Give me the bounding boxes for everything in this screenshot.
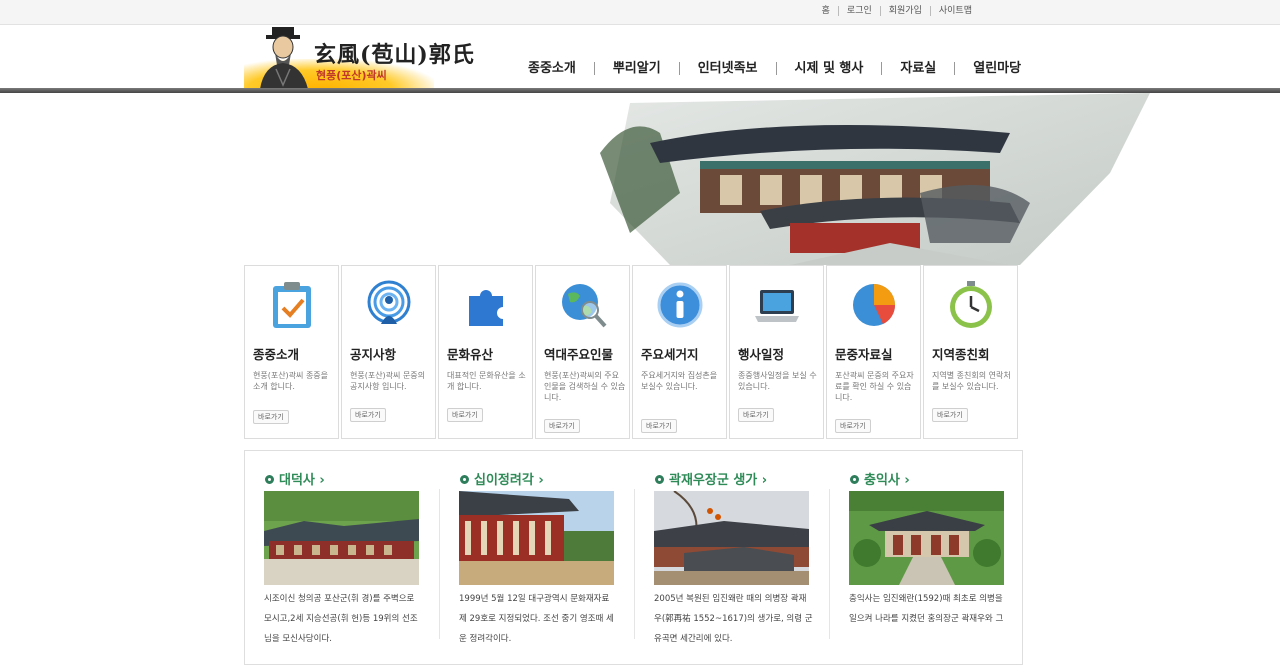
quick-box-desc: 현풍(포산)곽씨의 주요인물을 검색하실 수 있습니다.	[544, 371, 626, 402]
quick-box-desc: 주요세거지와 집성촌을 보실수 있습니다.	[641, 371, 718, 391]
hero-shrine-image	[600, 93, 1150, 265]
quick-box-desc: 지역별 종친회의 연락처를 보실수 있습니다.	[932, 371, 1011, 391]
logo-hanja: 玄風(苞山)郭氏	[314, 42, 475, 68]
quick-box-title: 공지사항	[350, 347, 397, 362]
heritage-features: 대덕사 › 시조이신 청의공 포산군(휘 경)를 주벽으로 모시고,2세 지승선…	[244, 450, 1023, 665]
daedeoksa-photo	[264, 491, 419, 585]
nav-open-forum[interactable]: 열린마당	[955, 62, 1039, 75]
feature-sibi-jeongnyeogak[interactable]: 십이정려각 › 1999년 5월 12일 대구광역시 문화재자료 제 29호로 …	[440, 451, 635, 666]
broadcast-icon	[367, 280, 411, 324]
logo-korean: 현풍(포산)곽씨	[316, 69, 387, 82]
chungiksa-photo	[849, 491, 1004, 585]
quick-box-title: 문중자료실	[835, 347, 893, 362]
nav-genealogy[interactable]: 인터넷족보	[680, 62, 777, 75]
clipboard-check-icon	[273, 282, 311, 328]
quick-box-archive[interactable]: 문중자료실 포산곽씨 문중의 주요자료를 확인 하실 수 있습니다. 바로가기	[826, 265, 921, 439]
shortcut-button[interactable]: 바로가기	[641, 419, 677, 433]
shortcut-button[interactable]: 바로가기	[350, 408, 386, 422]
shortcut-button[interactable]: 바로가기	[447, 408, 483, 422]
feature-title-text: 대덕사	[279, 473, 315, 488]
feature-daedeoksa[interactable]: 대덕사 › 시조이신 청의공 포산군(휘 경)를 주벽으로 모시고,2세 지승선…	[245, 451, 440, 666]
bullet-icon	[850, 475, 859, 484]
quick-box-title: 지역종친회	[932, 347, 990, 362]
util-join-link[interactable]: 회원가입	[881, 6, 931, 16]
globe-search-icon	[562, 284, 607, 328]
nav-roots[interactable]: 뿌리알기	[595, 62, 680, 75]
feature-title[interactable]: 대덕사 ›	[265, 469, 325, 488]
feature-title-text: 곽재우장군 생가	[669, 473, 758, 488]
feature-title-text: 충익사	[864, 473, 900, 488]
main-nav: 종중소개 뿌리알기 인터넷족보 시제 및 행사 자료실 열린마당	[510, 62, 1039, 75]
quick-box-desc: 종중행사일정을 보실 수 있습니다.	[738, 371, 817, 391]
quick-box-heritage[interactable]: 문화유산 대표적인 문화유산을 소개 합니다. 바로가기	[438, 265, 533, 439]
shortcut-button[interactable]: 바로가기	[544, 419, 580, 433]
laptop-icon	[755, 290, 799, 322]
feature-desc: 2005년 복원된 임진왜란 때의 의병장 곽재우(郭再祐 1552~1617)…	[654, 594, 813, 644]
quick-box-desc: 대표적인 문화유산을 소개 합니다.	[447, 371, 526, 391]
pie-chart-icon	[853, 284, 895, 326]
quick-box-title: 행사일정	[738, 347, 785, 362]
clock-icon	[950, 281, 992, 328]
quick-box-title: 역대주요인물	[544, 347, 614, 362]
util-login-link[interactable]: 로그인	[839, 6, 881, 16]
feature-desc: 시조이신 청의공 포산군(휘 경)를 주벽으로 모시고,2세 지승선공(휘 헌)…	[264, 594, 418, 644]
feature-gwak-jaewoo-birthplace[interactable]: 곽재우장군 생가 › 2005년 복원된 임진왜란 때의 의병장 곽재우(郭再祐…	[635, 451, 830, 666]
quick-box-title: 종중소개	[253, 347, 300, 362]
quick-box-settlements[interactable]: 주요세거지 주요세거지와 집성촌을 보실수 있습니다. 바로가기	[632, 265, 727, 439]
quick-box-title: 주요세거지	[641, 347, 699, 362]
quick-box-figures[interactable]: 역대주요인물 현풍(포산)곽씨의 주요인물을 검색하실 수 있습니다. 바로가기	[535, 265, 630, 439]
util-sitemap-link[interactable]: 사이트맵	[931, 6, 980, 16]
feature-desc: 충익사는 임진왜란(1592)때 최초로 의병을 일으켜 나라를 지켰던 홍의장…	[849, 594, 1004, 624]
ancestor-portrait-icon	[260, 27, 308, 89]
quick-box-title: 문화유산	[447, 347, 494, 362]
site-logo[interactable]: 玄風(苞山)郭氏 현풍(포산)곽씨	[244, 25, 474, 89]
shortcut-button[interactable]: 바로가기	[738, 408, 774, 422]
nav-clan-intro[interactable]: 종중소개	[510, 62, 595, 75]
jeongnyeogak-photo	[459, 491, 614, 585]
bullet-icon	[460, 475, 469, 484]
feature-desc: 1999년 5월 12일 대구광역시 문화재자료 제 29호로 지정되었다. 조…	[459, 594, 614, 644]
top-utility-bar: 홈 로그인 회원가입 사이트맵	[0, 0, 1280, 25]
quick-box-notice[interactable]: 공지사항 현풍(포산)곽씨 문중의 공지사항 입니다. 바로가기	[341, 265, 436, 439]
shortcut-button[interactable]: 바로가기	[932, 408, 968, 422]
utility-nav: 홈 로그인 회원가입 사이트맵	[814, 6, 980, 16]
puzzle-icon	[469, 290, 503, 326]
quick-box-desc: 포산곽씨 문중의 주요자료를 확인 하실 수 있습니다.	[835, 371, 914, 402]
quick-box-regional[interactable]: 지역종친회 지역별 종친회의 연락처를 보실수 있습니다. 바로가기	[923, 265, 1018, 439]
quick-box-events[interactable]: 행사일정 종중행사일정을 보실 수 있습니다. 바로가기	[729, 265, 824, 439]
nav-rites-events[interactable]: 시제 및 행사	[777, 62, 883, 75]
bullet-icon	[655, 475, 664, 484]
quick-menu: 종중소개 현풍(포산)곽씨 종중을 소개 합니다. 바로가기 공지사항 현풍(포…	[244, 265, 1020, 439]
util-home-link[interactable]: 홈	[814, 6, 839, 16]
info-icon	[657, 282, 703, 328]
bullet-icon	[265, 475, 274, 484]
birthplace-photo	[654, 491, 809, 585]
feature-title-text: 십이정려각	[474, 473, 534, 488]
quick-box-clan-intro[interactable]: 종중소개 현풍(포산)곽씨 종중을 소개 합니다. 바로가기	[244, 265, 339, 439]
shortcut-button[interactable]: 바로가기	[253, 410, 289, 424]
shortcut-button[interactable]: 바로가기	[835, 419, 871, 433]
feature-title[interactable]: 곽재우장군 생가 ›	[655, 469, 767, 488]
quick-box-desc: 현풍(포산)곽씨 문중의 공지사항 입니다.	[350, 371, 426, 391]
nav-archive[interactable]: 자료실	[882, 62, 956, 75]
header	[0, 25, 1280, 90]
feature-title[interactable]: 충익사 ›	[850, 469, 910, 488]
feature-chungiksa[interactable]: 충익사 › 충익사는 임진왜란(1592)때 최초로 의병을 일으켜 나라를 지…	[830, 451, 1025, 666]
quick-box-desc: 현풍(포산)곽씨 종중을 소개 합니다.	[253, 371, 329, 391]
feature-title[interactable]: 십이정려각 ›	[460, 469, 544, 488]
